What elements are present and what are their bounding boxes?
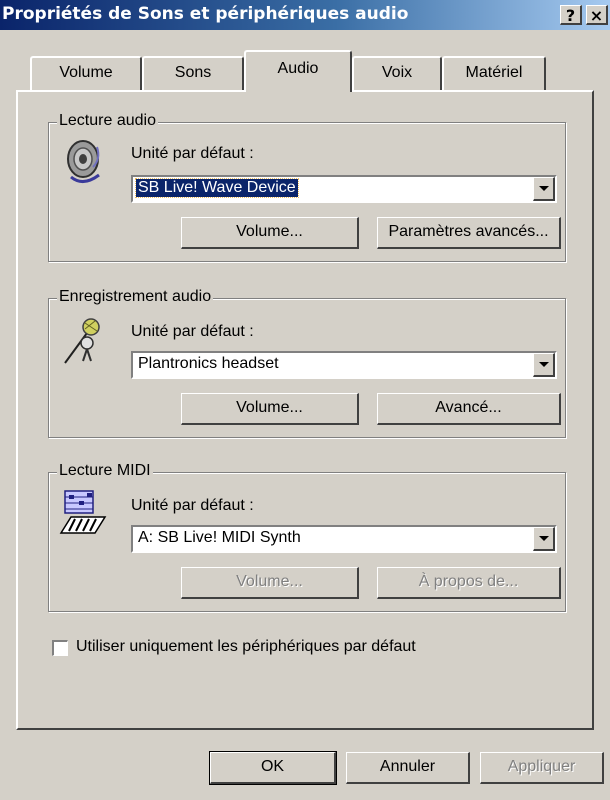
midi-device-select[interactable]: A: SB Live! MIDI Synth bbox=[131, 525, 557, 553]
tab-sons[interactable]: Sons bbox=[142, 56, 244, 90]
tab-voix[interactable]: Voix bbox=[352, 56, 442, 90]
recording-device-select[interactable]: Plantronics headset bbox=[131, 351, 557, 379]
midi-about-button[interactable]: À propos de... bbox=[377, 567, 561, 599]
recording-volume-button[interactable]: Volume... bbox=[181, 393, 359, 425]
midi-keyboard-icon bbox=[59, 490, 107, 534]
midi-group: Lecture MIDI Unité par défaut : A: SB Li… bbox=[48, 462, 566, 612]
recording-device-label: Unité par défaut : bbox=[131, 323, 254, 340]
tab-materiel[interactable]: Matériel bbox=[442, 56, 546, 90]
tab-page-audio: Lecture audio Unité par défaut : SB Live… bbox=[16, 90, 594, 730]
recording-group-label: Enregistrement audio bbox=[57, 288, 214, 306]
ok-button[interactable]: OK bbox=[209, 751, 337, 785]
recording-dropdown-arrow[interactable] bbox=[533, 353, 555, 377]
cancel-button[interactable]: Annuler bbox=[346, 752, 470, 784]
midi-volume-button[interactable]: Volume... bbox=[181, 567, 359, 599]
microphone-icon bbox=[64, 318, 100, 364]
close-button[interactable]: × bbox=[586, 5, 608, 25]
playback-group-label: Lecture audio bbox=[57, 112, 158, 130]
recording-device-value: Plantronics headset bbox=[138, 355, 279, 372]
midi-device-label: Unité par défaut : bbox=[131, 497, 254, 514]
playback-volume-button[interactable]: Volume... bbox=[181, 217, 359, 249]
tab-audio[interactable]: Audio bbox=[244, 50, 352, 92]
playback-advanced-button[interactable]: Paramètres avancés... bbox=[377, 217, 561, 249]
playback-dropdown-arrow[interactable] bbox=[533, 177, 555, 201]
apply-button[interactable]: Appliquer bbox=[480, 752, 604, 784]
window-title: Propriétés de Sons et périphériques audi… bbox=[2, 4, 409, 24]
default-devices-checkbox-label[interactable]: Utiliser uniquement les périphériques pa… bbox=[76, 638, 416, 656]
midi-device-value: A: SB Live! MIDI Synth bbox=[138, 529, 301, 546]
title-bar[interactable]: Propriétés de Sons et périphériques audi… bbox=[0, 0, 610, 30]
recording-group: Enregistrement audio Unité par défaut : … bbox=[48, 288, 566, 438]
speaker-icon bbox=[67, 140, 100, 183]
playback-device-label: Unité par défaut : bbox=[131, 145, 254, 162]
recording-advanced-button[interactable]: Avancé... bbox=[377, 393, 561, 425]
midi-dropdown-arrow[interactable] bbox=[533, 527, 555, 551]
midi-group-label: Lecture MIDI bbox=[57, 462, 153, 480]
default-devices-checkbox[interactable] bbox=[52, 640, 68, 656]
help-button[interactable]: ? bbox=[560, 5, 582, 25]
playback-group: Lecture audio Unité par défaut : SB Live… bbox=[48, 112, 566, 262]
playback-device-value: SB Live! Wave Device bbox=[135, 178, 299, 198]
tab-volume[interactable]: Volume bbox=[30, 56, 142, 90]
playback-device-select[interactable]: SB Live! Wave Device bbox=[131, 175, 557, 203]
